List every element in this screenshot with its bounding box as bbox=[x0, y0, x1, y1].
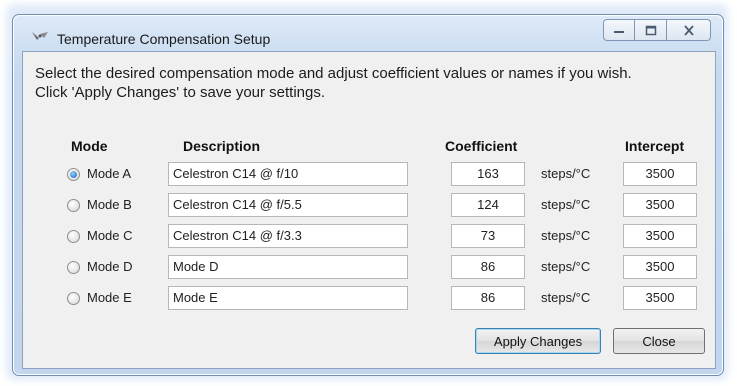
dialog-window: Temperature Compensation Setup Select th… bbox=[12, 14, 724, 376]
mode-label[interactable]: Mode A bbox=[87, 166, 131, 181]
window-title: Temperature Compensation Setup bbox=[57, 31, 271, 47]
maximize-icon[interactable] bbox=[635, 19, 667, 41]
coefficient-field[interactable]: 86 bbox=[451, 255, 525, 279]
intercept-field[interactable]: 3500 bbox=[623, 286, 697, 310]
mode-d-radio[interactable] bbox=[67, 261, 80, 274]
intercept-field[interactable]: 3500 bbox=[623, 162, 697, 186]
dialog-client-area: Select the desired compensation mode and… bbox=[22, 51, 716, 369]
mode-e-radio[interactable] bbox=[67, 292, 80, 305]
coefficient-field[interactable]: 163 bbox=[451, 162, 525, 186]
close-icon[interactable] bbox=[667, 19, 711, 41]
unit-label: steps/°C bbox=[541, 228, 591, 243]
mode-row: Mode C Celestron C14 @ f/3.3 73 steps/°C… bbox=[23, 224, 715, 250]
header-mode: Mode bbox=[71, 138, 108, 154]
unit-label: steps/°C bbox=[541, 166, 591, 181]
header-description: Description bbox=[183, 138, 261, 154]
mode-label[interactable]: Mode E bbox=[87, 290, 132, 305]
intercept-field[interactable]: 3500 bbox=[623, 193, 697, 217]
unit-label: steps/°C bbox=[541, 290, 591, 305]
intercept-field[interactable]: 3500 bbox=[623, 224, 697, 248]
coefficient-field[interactable]: 73 bbox=[451, 224, 525, 248]
description-field[interactable]: Mode E bbox=[168, 286, 408, 310]
description-field[interactable]: Celestron C14 @ f/10 bbox=[168, 162, 408, 186]
window-controls bbox=[603, 19, 711, 41]
mode-row: Mode A Celestron C14 @ f/10 163 steps/°C… bbox=[23, 162, 715, 188]
header-intercept: Intercept bbox=[625, 138, 685, 154]
mode-a-radio[interactable] bbox=[67, 168, 80, 181]
mode-row: Mode D Mode D 86 steps/°C 3500 bbox=[23, 255, 715, 281]
app-icon bbox=[32, 32, 48, 40]
mode-label[interactable]: Mode B bbox=[87, 197, 132, 212]
minimize-icon[interactable] bbox=[603, 19, 635, 41]
mode-row: Mode E Mode E 86 steps/°C 3500 bbox=[23, 286, 715, 312]
description-field[interactable]: Mode D bbox=[168, 255, 408, 279]
unit-label: steps/°C bbox=[541, 259, 591, 274]
mode-b-radio[interactable] bbox=[67, 199, 80, 212]
description-field[interactable]: Celestron C14 @ f/3.3 bbox=[168, 224, 408, 248]
instructions-text: Select the desired compensation mode and… bbox=[35, 65, 632, 101]
intercept-field[interactable]: 3500 bbox=[623, 255, 697, 279]
unit-label: steps/°C bbox=[541, 197, 591, 212]
apply-changes-button[interactable]: Apply Changes bbox=[475, 328, 601, 354]
header-coefficient: Coefficient bbox=[445, 138, 518, 154]
mode-c-radio[interactable] bbox=[67, 230, 80, 243]
mode-row: Mode B Celestron C14 @ f/5.5 124 steps/°… bbox=[23, 193, 715, 219]
description-field[interactable]: Celestron C14 @ f/5.5 bbox=[168, 193, 408, 217]
close-button[interactable]: Close bbox=[613, 328, 705, 354]
mode-label[interactable]: Mode C bbox=[87, 228, 133, 243]
title-bar[interactable]: Temperature Compensation Setup bbox=[13, 15, 723, 49]
coefficient-field[interactable]: 86 bbox=[451, 286, 525, 310]
coefficient-field[interactable]: 124 bbox=[451, 193, 525, 217]
mode-label[interactable]: Mode D bbox=[87, 259, 133, 274]
